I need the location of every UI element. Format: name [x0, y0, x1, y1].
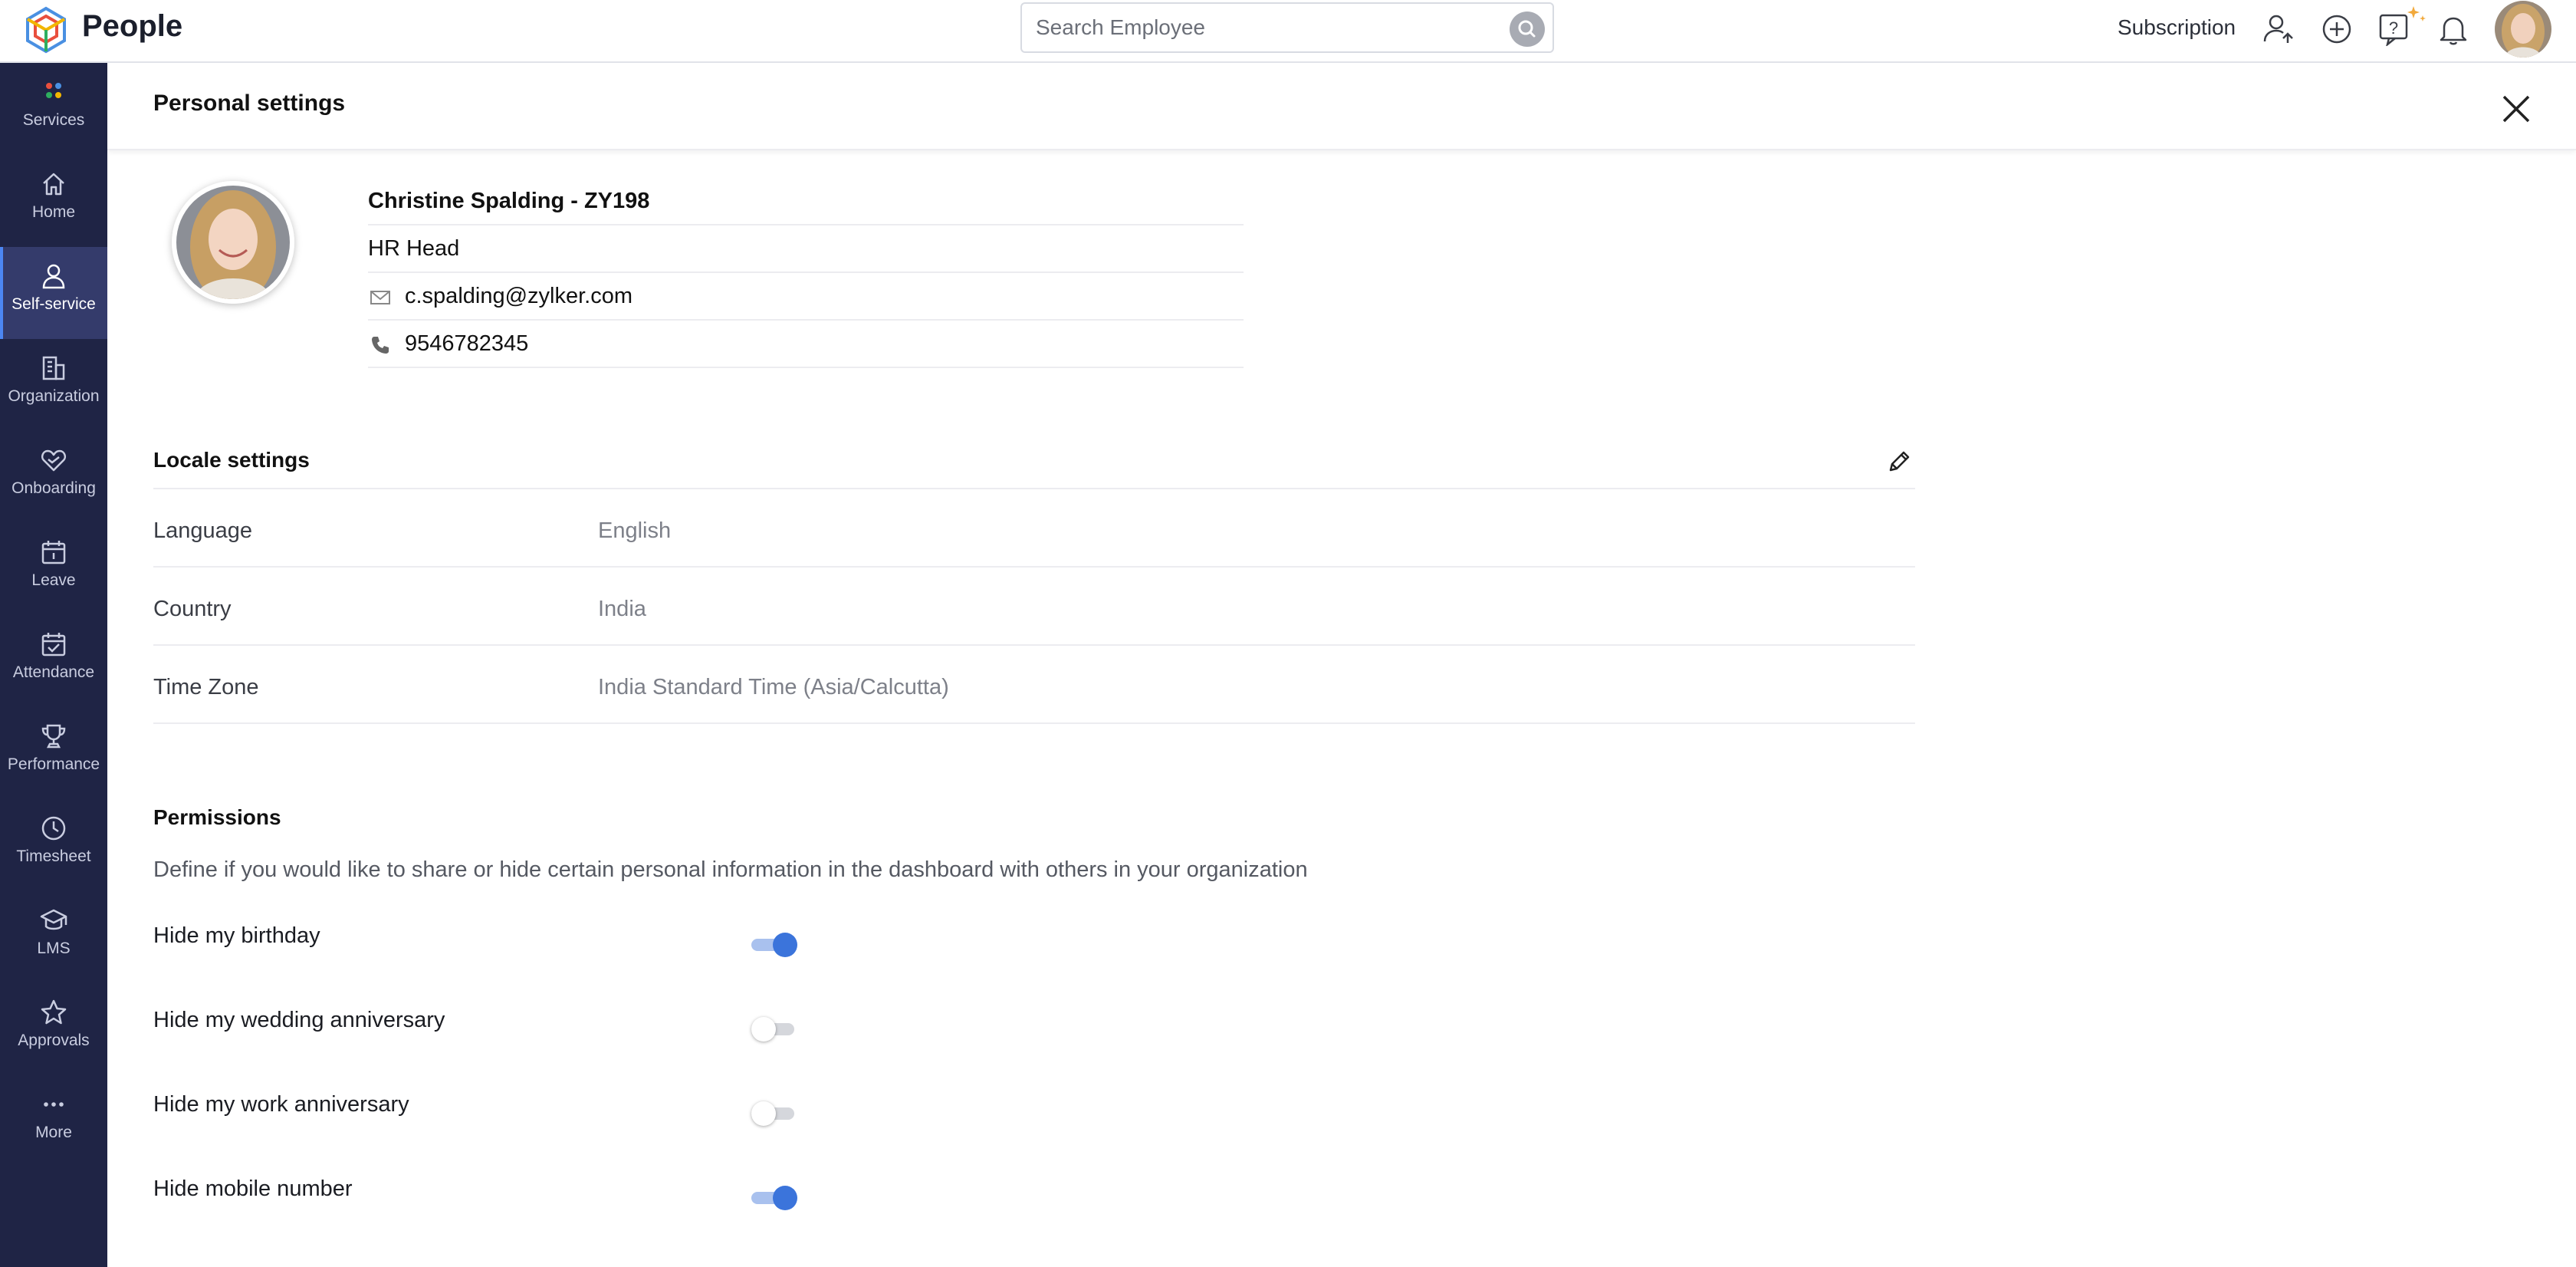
calendar-icon [41, 541, 66, 564]
sidebar-item-attendance[interactable]: Attendance [0, 615, 107, 707]
permission-label: Hide my birthday [153, 923, 320, 948]
trophy-icon [41, 724, 66, 749]
sidebar-item-timesheet[interactable]: Timesheet [0, 799, 107, 891]
profile-email[interactable]: c.spalding@zylker.com [405, 284, 632, 309]
permission-hide-birthday: Hide my birthday [153, 914, 920, 960]
locale-row-country: Country India [153, 569, 1915, 646]
profile-email-row: c.spalding@zylker.com [368, 273, 1244, 321]
locale-row-language: Language English [153, 491, 1915, 568]
sidebar-item-performance[interactable]: Performance [0, 707, 107, 799]
add-icon[interactable] [2320, 12, 2354, 46]
sidebar-item-lms[interactable]: LMS [0, 891, 107, 983]
permission-hide-work-anniversary: Hide my work anniversary [153, 1083, 920, 1129]
search-input[interactable] [1036, 12, 1496, 44]
search-icon [1518, 20, 1536, 38]
sidebar-item-label: Performance [7, 755, 100, 773]
search-button[interactable] [1510, 12, 1545, 47]
permission-hide-wedding-anniversary: Hide my wedding anniversary [153, 999, 920, 1045]
more-icon [44, 1102, 64, 1107]
clock-icon [41, 816, 66, 841]
locale-settings-title: Locale settings [153, 448, 310, 472]
locale-label: Time Zone [153, 675, 259, 699]
profile-photo[interactable] [172, 181, 294, 304]
sidebar-item-label: Organization [8, 387, 100, 405]
hide-mobile-number-toggle[interactable] [751, 1183, 797, 1213]
permission-label: Hide my wedding anniversary [153, 1008, 445, 1032]
locale-value: India [598, 597, 646, 621]
profile-role-row: HR Head [368, 225, 1244, 273]
profile-phone-row: 9546782345 [368, 321, 1244, 368]
sidebar-item-label: More [35, 1124, 72, 1141]
star-icon [41, 999, 67, 1025]
services-icon [46, 83, 61, 98]
sidebar-item-label: Self-service [12, 295, 96, 313]
hide-birthday-toggle[interactable] [751, 930, 797, 960]
building-icon [42, 356, 65, 380]
bell-icon[interactable] [2436, 12, 2470, 46]
svg-text:?: ? [2389, 18, 2398, 38]
calendar-check-icon [41, 633, 66, 657]
graduation-cap-icon [40, 909, 67, 930]
app-name: People [82, 9, 183, 43]
sidebar-item-label: Home [31, 203, 76, 221]
pencil-icon[interactable] [1885, 448, 1913, 476]
profile-name-row: Christine Spalding - ZY198 [368, 178, 1244, 225]
hide-work-anniversary-toggle[interactable] [751, 1098, 797, 1129]
profile-photo-image [176, 186, 290, 299]
page-title: Personal settings [153, 90, 346, 116]
top-bar: People Subscription ? [0, 0, 2576, 63]
locale-value: English [598, 518, 672, 543]
sidebar-item-onboarding[interactable]: Onboarding [0, 431, 107, 523]
person-icon [42, 264, 65, 289]
sidebar-item-label: Approvals [18, 1032, 90, 1049]
profile-phone[interactable]: 9546782345 [405, 331, 528, 357]
sidebar-item-organization[interactable]: Organization [0, 339, 107, 431]
search-box [1020, 2, 1554, 53]
locale-value: India Standard Time (Asia/Calcutta) [598, 675, 949, 699]
profile-role: HR Head [368, 236, 460, 261]
sidebar-item-label: Onboarding [12, 479, 96, 497]
home-icon [43, 173, 64, 196]
sidebar-item-more[interactable]: More [0, 1075, 107, 1167]
permission-label: Hide mobile number [153, 1176, 353, 1201]
sidebar-item-self-service[interactable]: Self-service [0, 247, 107, 339]
sidebar-item-label: Services [22, 111, 85, 129]
locale-label: Country [153, 597, 232, 621]
sidebar-item-leave[interactable]: Leave [0, 523, 107, 615]
sidebar-item-label: Timesheet [16, 847, 91, 865]
profile-name: Christine Spalding - ZY198 [368, 189, 650, 213]
user-avatar[interactable] [2495, 1, 2551, 58]
locale-row-time-zone: Time Zone India Standard Time (Asia/Calc… [153, 647, 1915, 724]
locale-label: Language [153, 518, 253, 543]
permission-hide-mobile-number: Hide mobile number [153, 1167, 920, 1213]
mail-icon [370, 291, 390, 304]
sidebar-item-label: LMS [37, 940, 71, 957]
permissions-title: Permissions [153, 805, 281, 829]
sidebar-item-label: Attendance [12, 663, 95, 681]
handshake-icon [41, 449, 67, 472]
permission-label: Hide my work anniversary [153, 1092, 409, 1117]
sidebar-item-label: Leave [31, 571, 76, 589]
panel-header: Personal settings [107, 63, 2576, 150]
divider [153, 488, 1915, 489]
sidebar-item-services[interactable]: Services [0, 63, 107, 155]
user-switch-icon[interactable] [2262, 12, 2295, 46]
sidebar-item-approvals[interactable]: Approvals [0, 983, 107, 1075]
user-avatar-image [2495, 1, 2551, 58]
help-icon[interactable]: ? [2378, 3, 2432, 46]
settings-panel: Personal settings Christine Spalding - Z… [107, 63, 2576, 1267]
subscription-link[interactable]: Subscription [2118, 15, 2236, 40]
sidebar-item-home[interactable]: Home [0, 155, 107, 247]
close-icon[interactable] [2498, 90, 2535, 127]
sidebar: Services Home Self-service Organization … [0, 63, 107, 1267]
phone-icon [372, 337, 389, 354]
people-logo-icon[interactable] [23, 5, 69, 54]
permissions-description: Define if you would like to share or hid… [153, 857, 1308, 882]
hide-wedding-anniversary-toggle[interactable] [751, 1014, 797, 1045]
